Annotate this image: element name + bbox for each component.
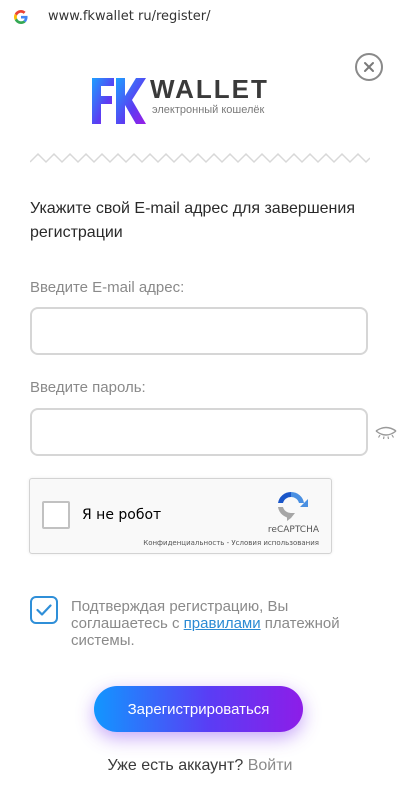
recaptcha-label: Я не робот <box>82 507 162 523</box>
recaptcha-terms-link[interactable]: Конфиденциальность - Условия использован… <box>143 539 319 547</box>
password-label: Введите пароль: <box>30 379 146 396</box>
fk-logo-mark <box>92 78 146 124</box>
recaptcha-checkbox[interactable] <box>42 501 70 529</box>
zigzag-divider <box>30 152 370 164</box>
url-text[interactable]: www.fkwallet ru/register/ <box>48 9 210 24</box>
logo-tagline: электронный кошелёк <box>152 104 265 116</box>
browser-url-bar[interactable]: www.fkwallet ru/register/ <box>0 0 400 36</box>
email-label: Введите E-mail адрес: <box>30 279 185 296</box>
eye-icon[interactable] <box>375 425 397 441</box>
register-button[interactable]: Зарегистрироваться <box>94 686 303 732</box>
checkmark-icon <box>36 604 52 616</box>
rules-link[interactable]: правилами <box>184 615 261 632</box>
login-link[interactable]: Войти <box>248 757 293 774</box>
recaptcha-brand: reCAPTCHA <box>267 525 319 535</box>
close-button[interactable] <box>355 53 383 81</box>
login-prompt-line: Уже есть аккаунт? Войти <box>0 757 400 775</box>
login-prompt: Уже есть аккаунт? <box>107 757 248 774</box>
email-field[interactable] <box>30 307 368 355</box>
recaptcha-logo-icon <box>278 491 308 521</box>
logo-wordmark: WALLET <box>150 74 269 104</box>
recaptcha-widget: Я не робот reCAPTCHA Конфиденциальность … <box>29 478 332 554</box>
agreement-checkbox[interactable] <box>30 596 58 624</box>
password-field[interactable] <box>30 408 368 456</box>
agreement-text: Подтверждая регистрацию, Вы соглашаетесь… <box>71 598 371 649</box>
intro-text: Укажите свой E-mail адрес для завершения… <box>30 200 355 241</box>
google-g-icon <box>14 10 28 24</box>
close-icon <box>364 62 374 72</box>
fkwallet-logo: WALLET электронный кошелёк <box>88 72 308 130</box>
